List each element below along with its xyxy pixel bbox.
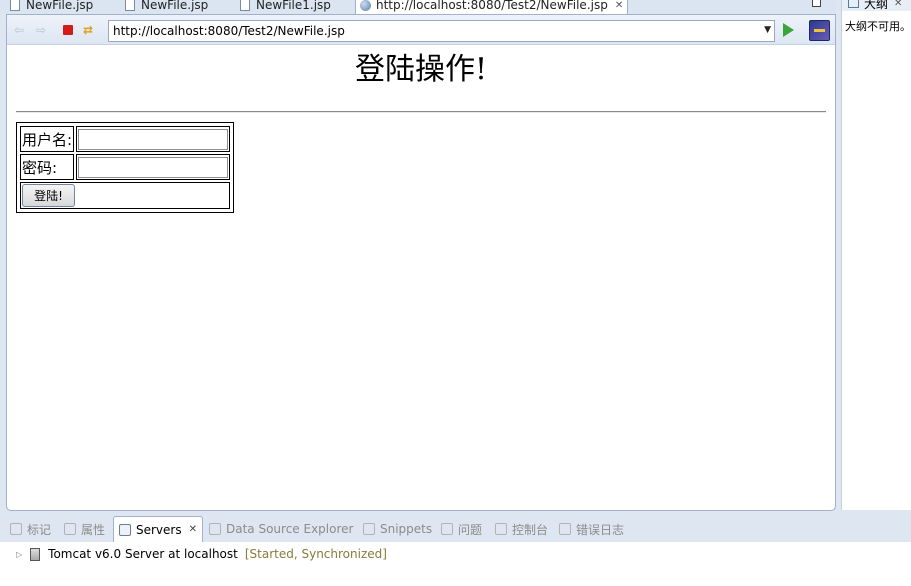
- back-arrow-icon[interactable]: ⇦: [14, 23, 24, 37]
- horizontal-rule: [16, 111, 826, 113]
- server-status: [Started, Synchronized]: [244, 547, 387, 561]
- tab-newfile-jsp-1[interactable]: NewFile.jsp: [10, 0, 93, 14]
- stop-icon[interactable]: [63, 25, 73, 35]
- jsp-file-icon: [10, 0, 20, 11]
- outline-tab-label: 大纲: [864, 0, 889, 11]
- view-tab-bar: 标记 属性 Servers ✕ Data Source Explorer Sni…: [0, 514, 911, 542]
- tab-problems[interactable]: 问题: [441, 516, 482, 542]
- servers-icon: [119, 523, 131, 536]
- username-input[interactable]: [78, 128, 229, 150]
- url-bar[interactable]: ▼: [108, 20, 775, 42]
- tab-browser-newfile[interactable]: http://localhost:8080/Test2/NewFile.jsp …: [355, 0, 629, 14]
- go-icon[interactable]: [783, 23, 794, 37]
- tab-markers[interactable]: 标记: [10, 516, 51, 542]
- tab-label: 属性: [81, 522, 106, 537]
- tab-label: 错误日志: [576, 522, 625, 537]
- eclipse-icon: [809, 20, 830, 41]
- login-form-table: 用户名: 密码: 登陆!: [16, 122, 235, 213]
- outline-message: 大纲不可用。: [845, 20, 911, 33]
- outline-icon: [848, 0, 859, 8]
- page-content: 登陆操作! 用户名: 密码: 登陆!: [7, 46, 835, 506]
- expand-triangle-icon[interactable]: ▷: [16, 550, 22, 559]
- tab-error-log[interactable]: 错误日志: [559, 516, 624, 542]
- url-input[interactable]: [109, 24, 749, 38]
- data-source-icon: [209, 523, 221, 535]
- submit-cell: 登陆!: [20, 182, 231, 209]
- problems-icon: [441, 523, 453, 535]
- password-label: 密码:: [20, 154, 75, 180]
- tab-label: Servers: [136, 522, 182, 537]
- editor-tab-bar: NewFile.jsp NewFile.jsp NewFile1.jsp htt…: [0, 0, 836, 14]
- submit-row: 登陆!: [20, 182, 231, 209]
- tab-console[interactable]: 控制台: [495, 516, 548, 542]
- tab-label: Snippets: [380, 522, 433, 536]
- tab-label: 控制台: [512, 522, 549, 537]
- list-item[interactable]: ▷ Tomcat v6.0 Server at localhost [Start…: [16, 547, 387, 561]
- close-icon[interactable]: ✕: [189, 524, 197, 535]
- tab-newfile-jsp-2[interactable]: NewFile.jsp: [125, 0, 208, 14]
- outline-tab[interactable]: 大纲 ✕: [842, 0, 911, 11]
- url-dropdown-icon[interactable]: ▼: [764, 25, 771, 35]
- username-label: 用户名:: [20, 126, 75, 152]
- browser-toolbar: ⇦ ⇨ ⇄ ▼: [7, 15, 835, 45]
- password-cell: [76, 154, 231, 180]
- close-icon[interactable]: ✕: [615, 0, 623, 11]
- maximize-icon[interactable]: [812, 0, 821, 7]
- username-cell: [76, 126, 231, 152]
- internal-web-browser: ⇦ ⇨ ⇄ ▼ 登陆操作! 用户名: 密码:: [6, 14, 836, 511]
- server-name: Tomcat v6.0 Server at localhost: [48, 547, 238, 561]
- properties-icon: [64, 523, 76, 535]
- jsp-file-icon: [240, 0, 250, 11]
- tab-data-source-explorer[interactable]: Data Source Explorer: [209, 516, 353, 542]
- tab-label: 问题: [458, 522, 483, 537]
- console-icon: [495, 523, 507, 535]
- close-icon[interactable]: ✕: [894, 0, 902, 9]
- tab-properties[interactable]: 属性: [64, 516, 105, 542]
- tab-label: NewFile.jsp: [141, 0, 209, 12]
- refresh-icon[interactable]: ⇄: [83, 23, 93, 37]
- tab-label: 标记: [27, 522, 52, 537]
- jsp-file-icon: [125, 0, 135, 11]
- servers-list: ▷ Tomcat v6.0 Server at localhost [Start…: [0, 542, 911, 586]
- markers-icon: [10, 523, 22, 535]
- tab-label: NewFile1.jsp: [256, 0, 331, 12]
- forward-arrow-icon[interactable]: ⇨: [36, 23, 46, 37]
- password-input[interactable]: [78, 156, 229, 178]
- tab-label: http://localhost:8080/Test2/NewFile.jsp: [376, 0, 608, 12]
- bottom-panel: 标记 属性 Servers ✕ Data Source Explorer Sni…: [0, 514, 911, 586]
- tab-servers[interactable]: Servers ✕: [113, 516, 203, 542]
- login-button[interactable]: 登陆!: [22, 184, 75, 207]
- tab-label: NewFile.jsp: [26, 0, 94, 12]
- snippets-icon: [363, 523, 375, 535]
- outline-view: 大纲 ✕ 大纲不可用。: [841, 0, 911, 510]
- page-title: 登陆操作!: [354, 52, 488, 87]
- error-log-icon: [559, 523, 571, 535]
- tab-snippets[interactable]: Snippets: [363, 516, 432, 542]
- tab-label: Data Source Explorer: [226, 522, 354, 536]
- server-icon: [30, 547, 41, 561]
- password-row: 密码:: [20, 154, 231, 180]
- tab-newfile1-jsp[interactable]: NewFile1.jsp: [240, 0, 331, 14]
- globe-icon: [360, 0, 371, 11]
- username-row: 用户名:: [20, 126, 231, 152]
